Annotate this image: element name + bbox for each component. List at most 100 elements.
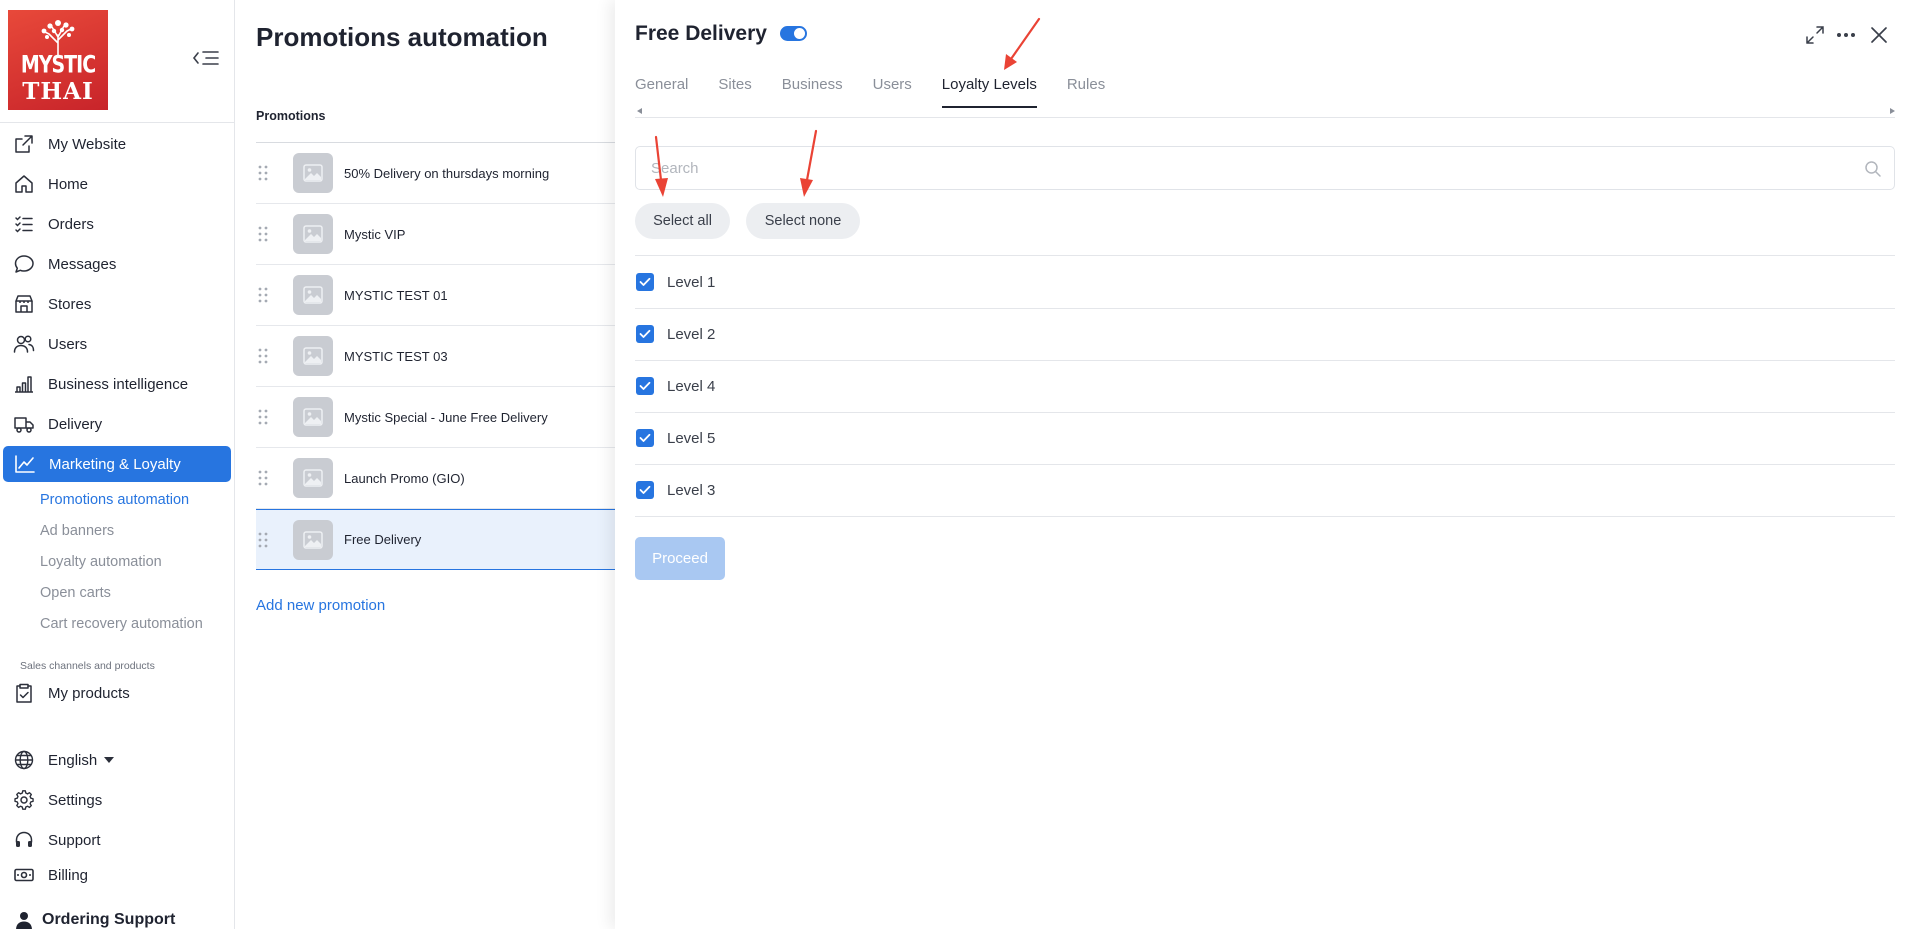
tab-loyalty-levels[interactable]: Loyalty Levels: [941, 76, 1037, 108]
cash-icon: [12, 863, 36, 887]
level-label: Level 5: [667, 429, 716, 447]
user-icon: [12, 908, 36, 929]
sidebar-item-label: Settings: [48, 791, 103, 809]
image-placeholder-icon: [293, 214, 333, 254]
level-checkbox[interactable]: [636, 273, 654, 291]
section-label: Sales channels and products: [20, 660, 155, 672]
drag-handle-icon[interactable]: [258, 470, 274, 486]
caret-down-icon: [104, 757, 115, 763]
sidebar-item-business-intelligence[interactable]: Business intelligence: [0, 366, 235, 402]
drag-handle-icon[interactable]: [258, 165, 274, 181]
sidebar-subitem-promotions-automation[interactable]: Promotions automation: [40, 492, 189, 508]
collapse-sidebar-icon[interactable]: [192, 49, 220, 67]
checkmark-icon: [639, 433, 651, 442]
sidebar-divider: [0, 122, 234, 123]
tab-rules[interactable]: Rules: [1067, 76, 1105, 108]
promotion-name: Launch Promo (GIO): [344, 470, 465, 486]
image-placeholder-icon: [293, 275, 333, 315]
tab-users[interactable]: Users: [873, 76, 912, 108]
store-icon: [12, 292, 36, 316]
checkmark-icon: [639, 277, 651, 286]
language-selector[interactable]: English: [0, 742, 235, 778]
sidebar-item-settings[interactable]: Settings: [0, 782, 235, 818]
checkmark-icon: [639, 329, 651, 338]
logo-text-line1: MYSTIC: [20, 51, 96, 79]
sidebar-item-marketing-loyalty[interactable]: Marketing & Loyalty: [3, 446, 231, 482]
search-icon[interactable]: [1864, 160, 1882, 178]
list-icon: [12, 212, 36, 236]
promotion-row[interactable]: 50% Delivery on thursdays morning: [256, 143, 615, 204]
promotion-row[interactable]: Launch Promo (GIO): [256, 448, 615, 509]
tab-business[interactable]: Business: [782, 76, 843, 108]
sidebar-item-label: My Website: [48, 135, 127, 153]
brand-logo[interactable]: MYSTIC THAI: [8, 10, 108, 110]
tab-general[interactable]: General: [635, 76, 688, 108]
select-all-button[interactable]: Select all: [635, 203, 730, 239]
tabs-scroll-left-icon[interactable]: [637, 108, 642, 114]
close-icon[interactable]: [1868, 24, 1890, 46]
promotion-row[interactable]: MYSTIC TEST 01: [256, 265, 615, 326]
level-checkbox[interactable]: [636, 429, 654, 447]
loyalty-level-row[interactable]: Level 4: [635, 360, 1895, 412]
globe-icon: [12, 748, 36, 772]
proceed-button[interactable]: Proceed: [635, 537, 725, 580]
sidebar-item-home[interactable]: Home: [0, 166, 235, 202]
promotion-detail-panel: Free Delivery General Sites Business Use…: [615, 0, 1905, 929]
loyalty-level-row[interactable]: Level 5: [635, 412, 1895, 464]
drag-handle-icon[interactable]: [258, 409, 274, 425]
promotion-row[interactable]: Free Delivery: [256, 509, 615, 570]
promotion-row[interactable]: Mystic VIP: [256, 204, 615, 265]
image-placeholder-icon: [293, 458, 333, 498]
promotions-list-pane: Promotions automation Promotions 50% Del…: [235, 0, 615, 929]
gear-icon: [12, 788, 36, 812]
account-menu[interactable]: Ordering Support: [0, 902, 235, 929]
enabled-toggle[interactable]: [780, 26, 807, 41]
expand-icon[interactable]: [1804, 24, 1826, 46]
sidebar-item-stores[interactable]: Stores: [0, 286, 235, 322]
users-icon: [12, 332, 36, 356]
drag-handle-icon[interactable]: [258, 532, 274, 548]
sidebar-item-orders[interactable]: Orders: [0, 206, 235, 242]
level-label: Level 1: [667, 273, 716, 291]
drag-handle-icon[interactable]: [258, 226, 274, 242]
drag-handle-icon[interactable]: [258, 287, 274, 303]
headset-icon: [12, 828, 36, 852]
select-none-button[interactable]: Select none: [746, 203, 860, 239]
search-input[interactable]: [651, 157, 1831, 179]
sidebar-item-label: My products: [48, 684, 130, 702]
sidebar-subitem-cart-recovery-automation[interactable]: Cart recovery automation: [40, 616, 203, 632]
promotion-row[interactable]: MYSTIC TEST 03: [256, 326, 615, 387]
sidebar-item-billing[interactable]: Billing: [0, 857, 235, 893]
sidebar-subitem-loyalty-automation[interactable]: Loyalty automation: [40, 554, 162, 570]
trend-line-icon: [13, 452, 37, 476]
add-new-promotion-link[interactable]: Add new promotion: [256, 597, 385, 614]
sidebar-item-delivery[interactable]: Delivery: [0, 406, 235, 442]
tabs-scroll-right-icon[interactable]: [1890, 108, 1895, 114]
level-checkbox[interactable]: [636, 377, 654, 395]
sidebar-item-label: Home: [48, 175, 89, 193]
more-options-icon[interactable]: [1835, 24, 1857, 46]
loyalty-level-row[interactable]: Level 3: [635, 464, 1895, 516]
sidebar-item-my-products[interactable]: My products: [0, 675, 235, 711]
loyalty-level-row[interactable]: Level 1: [635, 256, 1895, 308]
level-checkbox[interactable]: [636, 325, 654, 343]
sidebar-item-users[interactable]: Users: [0, 326, 235, 362]
sidebar-subitem-open-carts[interactable]: Open carts: [40, 585, 111, 601]
level-checkbox[interactable]: [636, 481, 654, 499]
sidebar-item-messages[interactable]: Messages: [0, 246, 235, 282]
sidebar-item-label: Business intelligence: [48, 375, 189, 393]
promotion-name: MYSTIC TEST 01: [344, 287, 448, 303]
home-icon: [12, 172, 36, 196]
search-field: [635, 146, 1895, 190]
sidebar-item-my-website[interactable]: My Website: [0, 126, 235, 162]
sidebar-subitem-ad-banners[interactable]: Ad banners: [40, 523, 114, 539]
checkmark-icon: [639, 485, 651, 494]
loyalty-level-row[interactable]: Level 2: [635, 308, 1895, 360]
image-placeholder-icon: [293, 519, 333, 560]
tab-sites[interactable]: Sites: [718, 76, 751, 108]
drag-handle-icon[interactable]: [258, 348, 274, 364]
promotion-row[interactable]: Mystic Special - June Free Delivery: [256, 387, 615, 448]
account-name: Ordering Support: [42, 911, 176, 928]
sidebar-item-support[interactable]: Support: [0, 822, 235, 858]
sidebar-item-label: Messages: [48, 255, 117, 273]
